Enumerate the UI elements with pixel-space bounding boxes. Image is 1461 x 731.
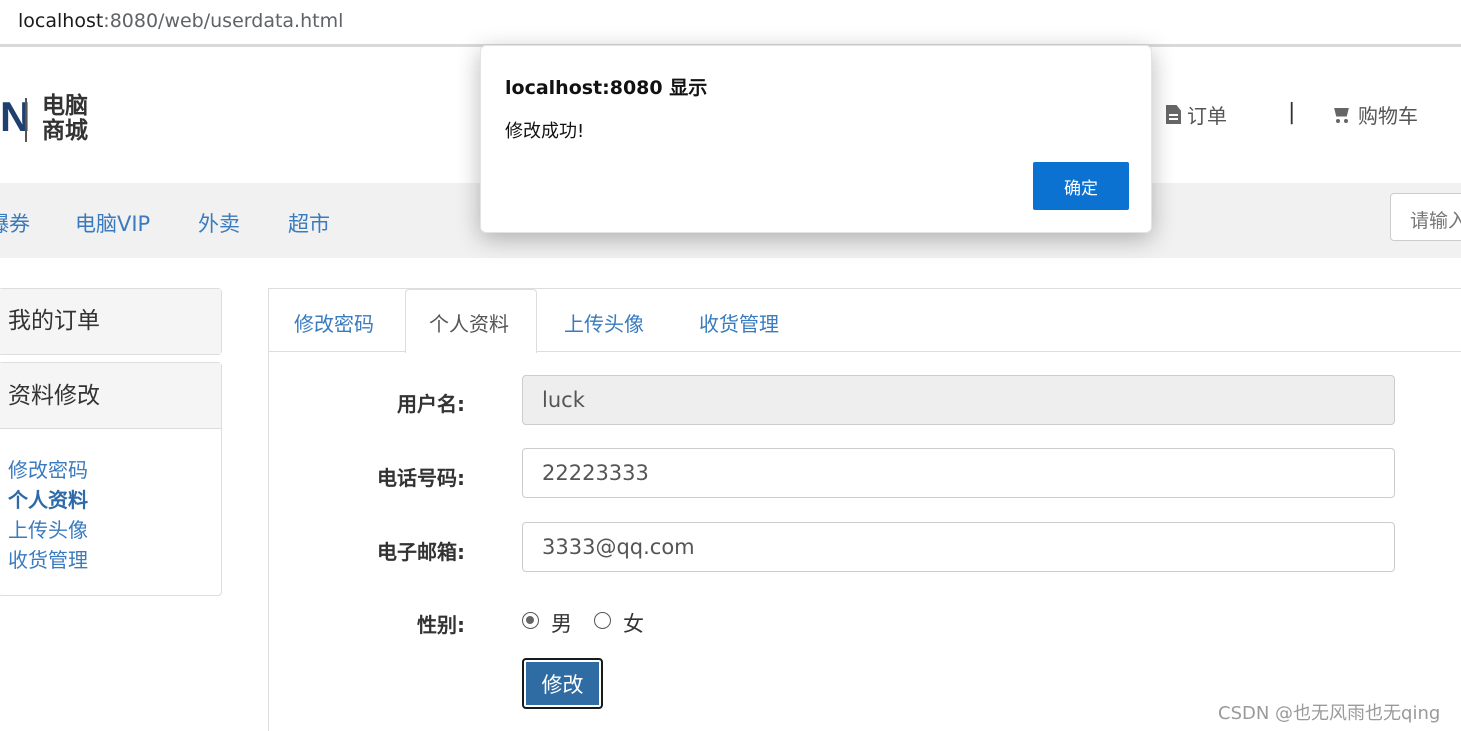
nav-item-takeout[interactable]: 外卖 (198, 208, 240, 238)
tab-profile[interactable]: 个人资料 (429, 308, 509, 337)
logo-divider (25, 98, 27, 142)
document-icon (1166, 105, 1181, 124)
nav-item-vip[interactable]: 电脑VIP (75, 208, 150, 238)
tab-addresses[interactable]: 收货管理 (699, 308, 779, 337)
orders-label: 订单 (1187, 104, 1227, 128)
tab-upload-avatar[interactable]: 上传头像 (564, 308, 644, 337)
email-label: 电子邮箱: (377, 540, 465, 564)
gender-radio-female[interactable] (594, 612, 611, 629)
search-placeholder: 请输入 (1410, 210, 1461, 232)
sidebar-my-orders[interactable]: 我的订单 (0, 289, 221, 354)
submit-button[interactable]: 修改 (522, 658, 603, 709)
gender-radio-male[interactable] (522, 612, 539, 629)
phone-label: 电话号码: (377, 466, 465, 490)
search-input[interactable]: 请输入 (1390, 193, 1461, 241)
gender-label: 性别: (417, 613, 465, 637)
watermark: CSDN @也无风雨也无qing (1218, 703, 1441, 724)
sidebar-orders-panel[interactable]: 我的订单 (0, 288, 222, 355)
gender-male-label[interactable]: 男 (551, 608, 572, 638)
logo-line-2: 商城 (42, 118, 88, 144)
dialog-title: localhost:8080 显示 (505, 77, 708, 99)
nav-item-coupons[interactable]: 爆券 (0, 208, 30, 238)
sidebar-item-profile[interactable]: 个人资料 (8, 484, 88, 513)
url-text[interactable]: localhost:8080/web/userdata.html (18, 10, 343, 32)
sidebar-item-change-password[interactable]: 修改密码 (8, 454, 88, 483)
browser-url-bar[interactable]: localhost:8080/web/userdata.html (0, 0, 1461, 47)
alert-dialog: localhost:8080 显示 修改成功! 确定 (480, 45, 1152, 233)
tab-change-password[interactable]: 修改密码 (294, 308, 374, 337)
sidebar-item-upload-avatar[interactable]: 上传头像 (8, 514, 88, 543)
email-field[interactable] (522, 522, 1395, 572)
url-path: :8080/web/userdata.html (103, 10, 344, 32)
nav-item-supermarket[interactable]: 超市 (288, 208, 330, 238)
cart-icon (1332, 106, 1352, 124)
header-separator: | (1288, 100, 1296, 125)
orders-link[interactable]: 订单 (1166, 100, 1227, 129)
dialog-ok-button[interactable]: 确定 (1033, 162, 1129, 210)
logo-text: 电脑 商城 (42, 94, 88, 144)
gender-female-label[interactable]: 女 (623, 608, 644, 638)
dialog-message: 修改成功! (505, 121, 585, 142)
sidebar-item-addresses[interactable]: 收货管理 (8, 544, 88, 573)
username-field (522, 375, 1395, 425)
url-host: localhost (18, 10, 104, 32)
username-label: 用户名: (397, 392, 465, 416)
logo-line-1: 电脑 (42, 93, 88, 119)
sidebar-profile-edit[interactable]: 资料修改 (0, 363, 221, 429)
phone-field[interactable] (522, 448, 1395, 498)
cart-label: 购物车 (1358, 104, 1418, 128)
cart-link[interactable]: 购物车 (1332, 100, 1418, 129)
